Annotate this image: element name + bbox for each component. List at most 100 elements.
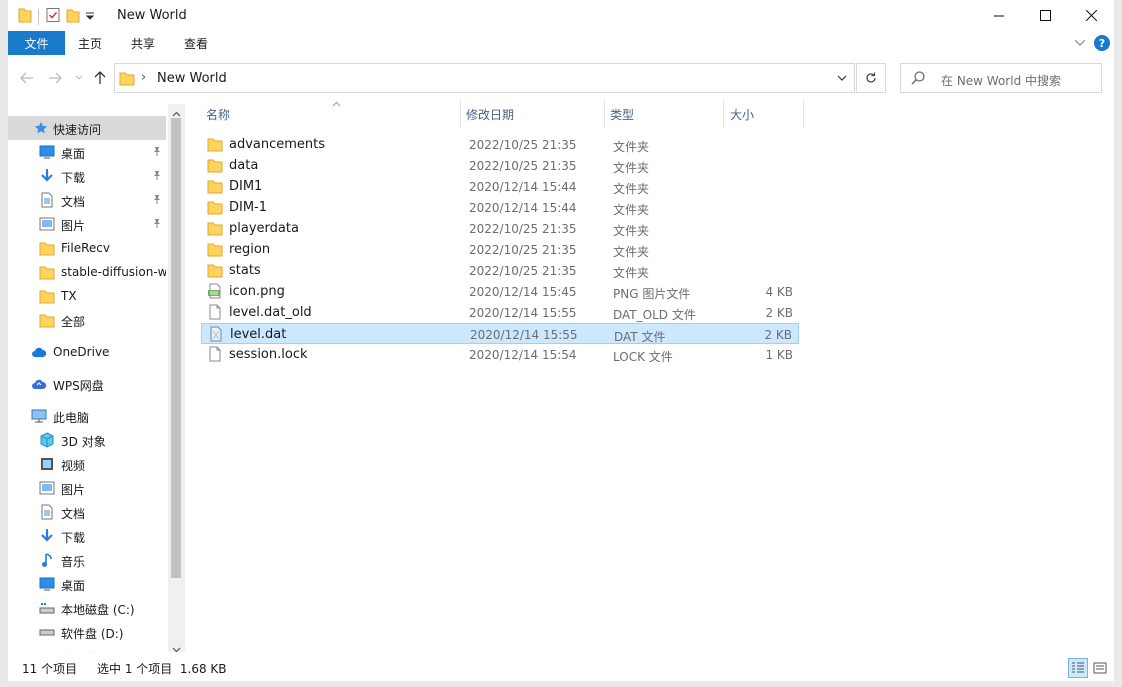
refresh-button[interactable] (856, 63, 886, 93)
pin-icon[interactable] (152, 193, 162, 207)
column-header-size[interactable]: 大小 (730, 100, 754, 128)
sidebar-item[interactable]: 3D 对象 (8, 428, 166, 452)
column-divider[interactable] (723, 100, 724, 128)
file-row[interactable]: stats 2022/10/25 21:35 文件夹 (201, 260, 799, 281)
file-row[interactable]: region 2022/10/25 21:35 文件夹 (201, 239, 799, 260)
document-icon (38, 191, 56, 209)
sidebar-item[interactable]: 此电脑 (8, 404, 166, 428)
back-button[interactable] (18, 69, 36, 87)
new-folder-icon[interactable] (65, 7, 81, 26)
file-row[interactable]: data 2022/10/25 21:35 文件夹 (201, 155, 799, 176)
file-row[interactable]: icon.png 2020/12/14 15:45 PNG 图片文件 4 KB (201, 281, 799, 302)
sidebar-item[interactable]: 软件盘 (D:) (8, 620, 166, 644)
breadcrumb-current[interactable]: New World (157, 71, 227, 86)
folder-icon (18, 7, 32, 26)
file-size: 2 KB (764, 328, 792, 342)
file-date: 2022/10/25 21:35 (469, 243, 577, 257)
pin-icon[interactable] (152, 145, 162, 159)
column-divider[interactable] (604, 100, 605, 128)
sidebar-item[interactable]: 文档 (8, 500, 166, 524)
file-type: 文件夹 (613, 140, 650, 154)
address-bar[interactable]: › New World (114, 63, 855, 93)
tab-home[interactable]: 主页 (78, 31, 102, 55)
sidebar-item[interactable]: 音乐 (8, 548, 166, 572)
file-type: PNG 图片文件 (613, 287, 691, 301)
sidebar-item[interactable]: 桌面 (8, 572, 166, 596)
file-row[interactable]: advancements 2022/10/25 21:35 文件夹 (201, 134, 799, 155)
toolbar-separator (38, 8, 39, 25)
file-row[interactable]: DIM1 2020/12/14 15:44 文件夹 (201, 176, 799, 197)
sort-ascending-icon (332, 96, 341, 110)
column-header-name[interactable]: 名称 (206, 100, 230, 128)
sidebar-item[interactable]: 视频 (8, 452, 166, 476)
sidebar-item[interactable]: 图片 (8, 476, 166, 500)
column-header-date[interactable]: 修改日期 (466, 100, 514, 128)
sidebar-item[interactable]: 桌面 (8, 140, 166, 164)
help-icon[interactable]: ? (1094, 35, 1110, 51)
file-row[interactable]: level.dat 2020/12/14 15:55 DAT 文件 2 KB (201, 323, 799, 344)
file-type: 文件夹 (613, 203, 650, 217)
breadcrumb-chevron-icon[interactable]: › (141, 70, 146, 85)
details-view-button[interactable] (1068, 658, 1088, 678)
address-dropdown-button[interactable] (830, 64, 854, 92)
sidebar-item[interactable]: TX (8, 284, 166, 308)
file-name: data (229, 158, 259, 173)
file-name: stats (229, 263, 261, 278)
recent-locations-button[interactable] (70, 69, 88, 87)
sidebar-item[interactable]: FileRecv (8, 236, 166, 260)
pin-icon[interactable] (152, 169, 162, 183)
folder-icon (38, 287, 56, 305)
pin-icon[interactable] (152, 217, 162, 231)
sidebar-item[interactable]: 快速访问 (8, 116, 166, 140)
quick-access-toolbar (18, 7, 95, 26)
properties-icon[interactable] (45, 7, 61, 26)
maximize-icon (1039, 10, 1051, 21)
file-type: 文件夹 (613, 182, 650, 196)
file-type: 文件夹 (613, 266, 650, 280)
large-icons-view-button[interactable] (1090, 658, 1110, 678)
navigation-scrollbar[interactable] (168, 104, 185, 653)
scrollbar-thumb[interactable] (171, 118, 181, 578)
column-divider[interactable] (460, 100, 461, 128)
tab-file[interactable]: 文件 (8, 31, 65, 55)
search-box[interactable]: 在 New World 中搜索 (900, 63, 1102, 93)
sidebar-item[interactable]: 下载 (8, 524, 166, 548)
sidebar-item[interactable]: OneDrive (8, 340, 166, 364)
file-row[interactable]: session.lock 2020/12/14 15:54 LOCK 文件 1 KB (201, 344, 799, 365)
sidebar-item[interactable]: stable-diffusion-webui (8, 260, 166, 284)
sidebar-item[interactable]: 图片 (8, 212, 166, 236)
star-icon (32, 119, 50, 137)
file-date: 2020/12/14 15:54 (469, 348, 577, 362)
close-button[interactable] (1068, 0, 1114, 31)
column-header-type[interactable]: 类型 (610, 100, 634, 128)
cloud-icon (30, 343, 48, 361)
tab-share[interactable]: 共享 (131, 31, 155, 55)
customize-toolbar-icon[interactable] (85, 10, 95, 24)
minimize-button[interactable] (976, 0, 1022, 31)
file-date: 2020/12/14 15:55 (470, 328, 578, 342)
sidebar-item[interactable]: 桌面盘 (E:) (8, 644, 166, 652)
file-row[interactable]: DIM-1 2020/12/14 15:44 文件夹 (201, 197, 799, 218)
sidebar-item[interactable]: 下载 (8, 164, 166, 188)
navigation-pane: 快速访问桌面下载文档图片FileRecvstable-diffusion-web… (8, 104, 168, 652)
dat-file-icon (208, 326, 224, 342)
navigation-bar: › New World 在 New World 中搜索 (8, 60, 1114, 96)
tab-view[interactable]: 查看 (184, 31, 208, 55)
search-input[interactable]: 在 New World 中搜索 (941, 72, 1061, 89)
close-icon (1085, 10, 1097, 21)
maximize-button[interactable] (1022, 0, 1068, 31)
file-row[interactable]: level.dat_old 2020/12/14 15:55 DAT_OLD 文件 2… (201, 302, 799, 323)
up-button[interactable] (91, 69, 109, 87)
window-title: New World (117, 8, 187, 23)
column-divider[interactable] (803, 100, 804, 128)
sidebar-item[interactable]: 全部 (8, 308, 166, 332)
forward-button[interactable] (46, 69, 64, 87)
file-row[interactable]: playerdata 2022/10/25 21:35 文件夹 (201, 218, 799, 239)
sidebar-item[interactable]: 文档 (8, 188, 166, 212)
download-icon (38, 527, 56, 545)
sidebar-item[interactable]: WPS网盘 (8, 372, 166, 396)
document-icon (38, 503, 56, 521)
expand-ribbon-button[interactable] (1074, 36, 1086, 50)
chevron-down-icon (75, 75, 83, 80)
sidebar-item[interactable]: 本地磁盘 (C:) (8, 596, 166, 620)
